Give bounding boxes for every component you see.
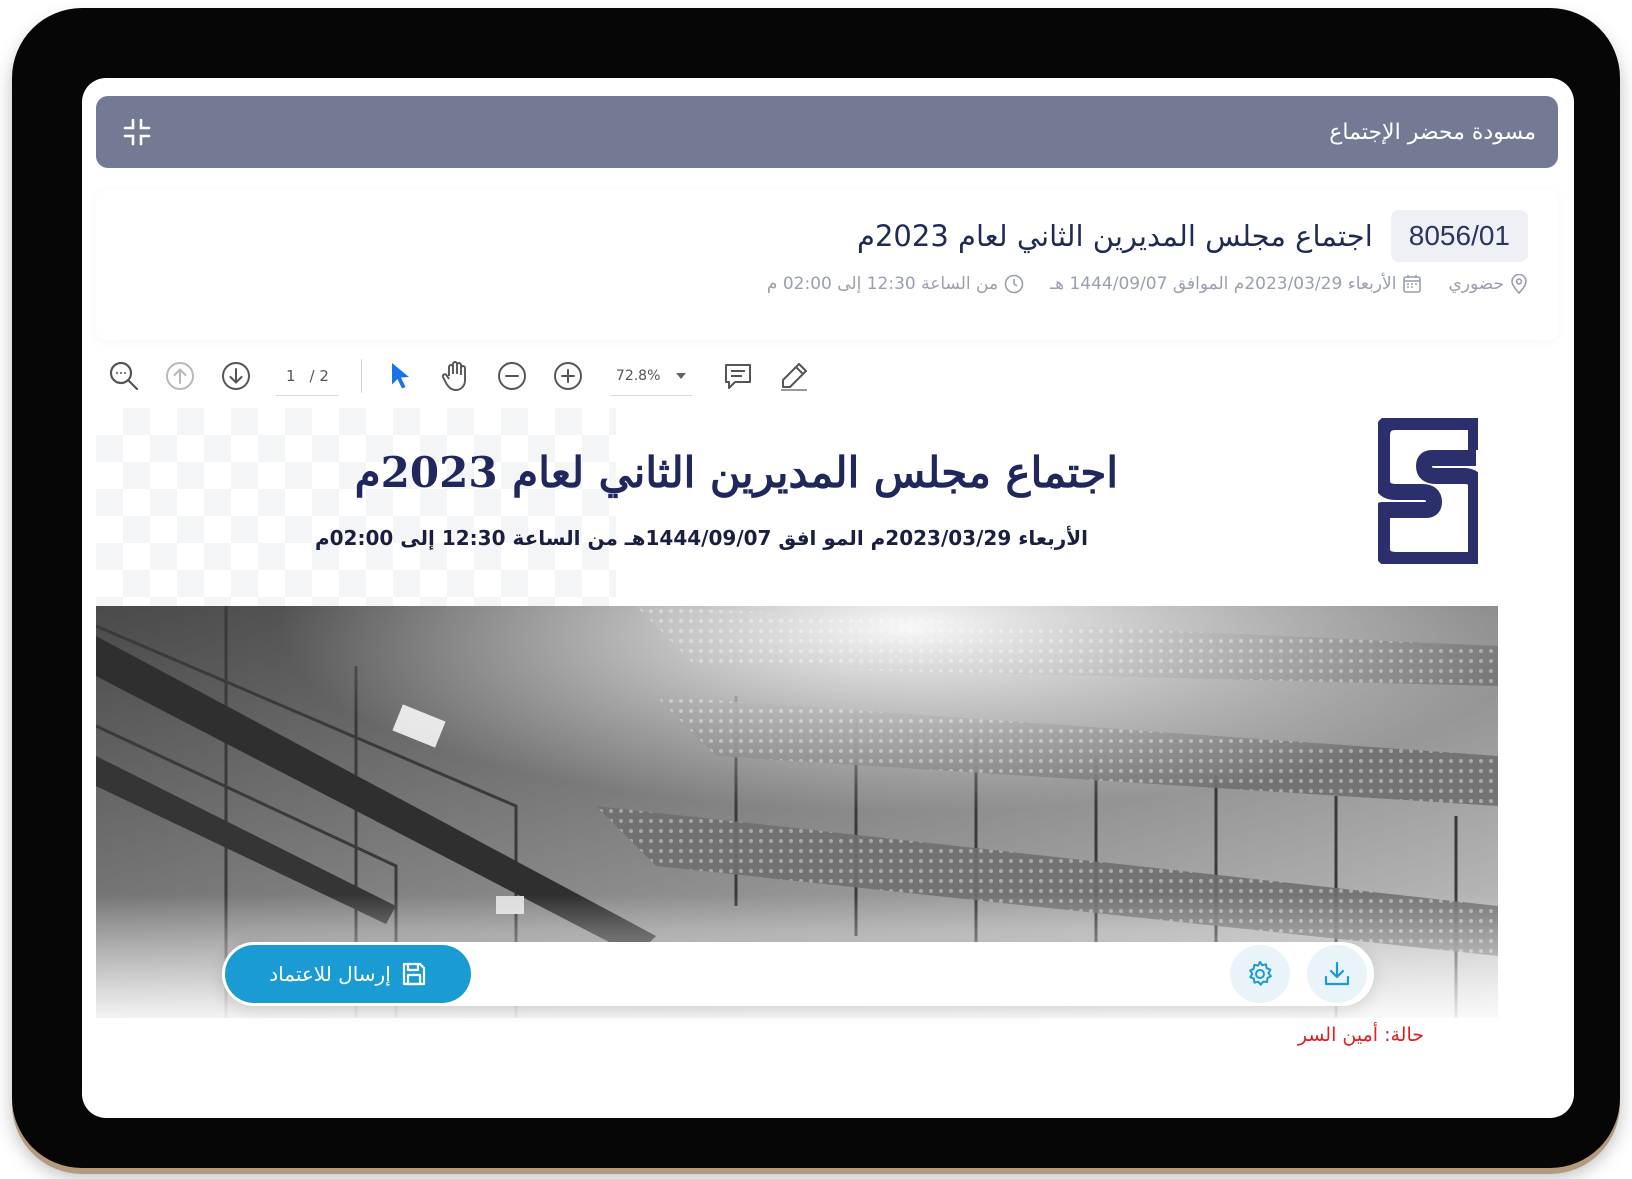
- search-button[interactable]: [96, 348, 152, 404]
- zoom-select[interactable]: 72.8%: [609, 356, 693, 396]
- submit-for-approval-button[interactable]: إرسال للاعتماد: [225, 945, 471, 1003]
- document-page: اجتماع مجلس المديرين الثاني لعام 2023م ا…: [96, 408, 1498, 1018]
- modal-title: مسودة محضر الإجتماع: [1329, 119, 1536, 145]
- document-title: اجتماع مجلس المديرين الثاني لعام 2023م: [354, 448, 1118, 497]
- company-logo: [1378, 418, 1478, 564]
- plus-circle-icon: [553, 362, 582, 390]
- toolbar-divider: [360, 359, 362, 393]
- zoom-out-button[interactable]: [484, 348, 540, 404]
- download-button[interactable]: [1307, 945, 1367, 1003]
- meeting-code-badge: 8056/01: [1390, 210, 1528, 262]
- comment-icon: [725, 364, 752, 389]
- page-number-box[interactable]: 1 / 2: [276, 356, 339, 396]
- meeting-date: الأربعاء 2023/03/29م الموافق 1444/09/07 …: [1050, 274, 1397, 294]
- modal-header: مسودة محضر الإجتماع: [96, 96, 1558, 168]
- collapse-icon: [123, 118, 151, 146]
- download-icon: [1324, 961, 1350, 986]
- hand-icon: [441, 361, 466, 391]
- screen: مسودة محضر الإجتماع 8056/01 اجتماع مجلس …: [82, 78, 1574, 1118]
- gear-icon: [1249, 961, 1272, 986]
- meeting-title-row: 8056/01 اجتماع مجلس المديرين الثاني لعام…: [126, 210, 1528, 262]
- location-pin-icon: [1511, 274, 1527, 294]
- calendar-icon: [1403, 275, 1422, 293]
- minus-circle-icon: [497, 362, 526, 390]
- meeting-title: اجتماع مجلس المديرين الثاني لعام 2023م: [857, 219, 1373, 253]
- save-icon: [402, 962, 425, 986]
- draw-button[interactable]: [766, 348, 822, 404]
- collapse-button[interactable]: [120, 115, 154, 149]
- chevron-down-icon: [676, 372, 687, 379]
- comment-button[interactable]: [710, 348, 766, 404]
- document-pattern: [96, 408, 616, 613]
- status-text: حالة: أمين السر: [1297, 1024, 1424, 1046]
- zoom-value: 72.8%: [615, 367, 661, 384]
- clock-icon: [1004, 274, 1024, 294]
- arrow-up-circle-icon: [166, 362, 194, 390]
- current-page-input[interactable]: 1: [286, 367, 296, 385]
- submit-label: إرسال للاعتماد: [269, 962, 391, 986]
- arrow-down-circle-icon: [222, 362, 250, 390]
- meeting-type: حضوري: [1448, 274, 1504, 294]
- pdf-toolbar: 1 / 2 72.8%: [96, 348, 856, 404]
- prev-page-button[interactable]: [152, 348, 208, 404]
- next-page-button[interactable]: [208, 348, 264, 404]
- meeting-info-card: 8056/01 اجتماع مجلس المديرين الثاني لعام…: [96, 190, 1558, 340]
- cursor-icon: [391, 363, 409, 389]
- meeting-time: من الساعة 12:30 إلى 02:00 م: [766, 274, 999, 294]
- pen-icon: [781, 363, 808, 391]
- settings-button[interactable]: [1230, 945, 1290, 1003]
- select-tool-button[interactable]: [372, 348, 428, 404]
- meeting-meta-row: حضوري الأربعاء 2023/03/29م الموافق 1444/…: [126, 274, 1528, 294]
- tablet-frame: مسودة محضر الإجتماع 8056/01 اجتماع مجلس …: [12, 8, 1620, 1168]
- document-subtitle: الأربعاء 2023/03/29م المو افق 1444/09/07…: [314, 526, 1088, 550]
- zoom-in-button[interactable]: [540, 348, 596, 404]
- total-pages: / 2: [309, 366, 329, 385]
- hand-tool-button[interactable]: [428, 348, 484, 404]
- action-bar: إرسال للاعتماد: [222, 942, 1374, 1006]
- zoom-search-icon: [109, 361, 139, 391]
